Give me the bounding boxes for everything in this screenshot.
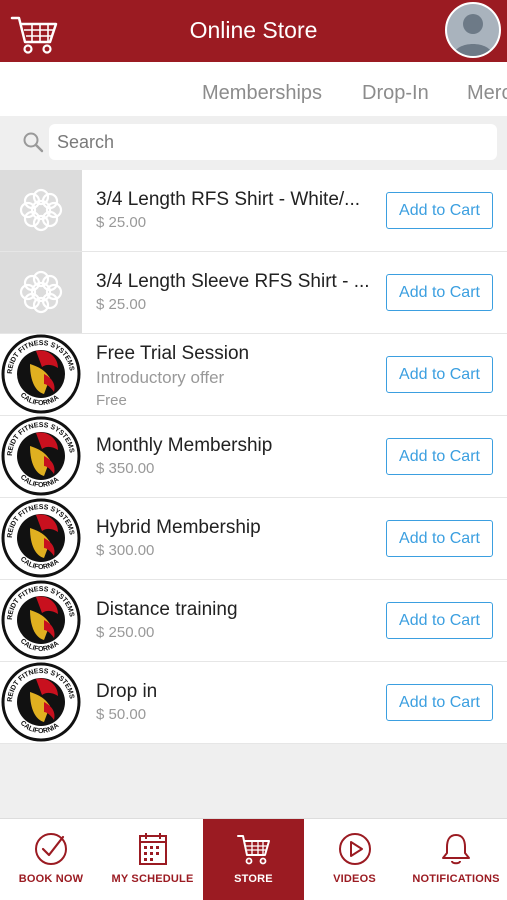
product-price: $ 50.00 [96, 706, 147, 723]
reidt-fitness-logo: REIDT FITNESS SYSTEMS CALIFORNIA [0, 662, 82, 743]
app-header: Online Store [0, 0, 507, 62]
product-info: Free Trial Session Introductory offer Fr… [96, 342, 378, 412]
user-avatar-icon[interactable] [445, 2, 501, 58]
placeholder-logo-icon [0, 170, 82, 251]
add-to-cart-button[interactable]: Add to Cart [386, 192, 493, 229]
add-to-cart-button[interactable]: Add to Cart [386, 274, 493, 311]
product-info: 3/4 Length Sleeve RFS Shirt - ... $ 25.0… [96, 270, 378, 316]
product-price: $ 250.00 [96, 624, 155, 641]
product-subtitle: Introductory offer [96, 368, 225, 387]
tab-merchandise[interactable]: Merc [467, 82, 507, 105]
check-circle-icon [35, 833, 67, 865]
product-name: Drop in [96, 681, 158, 702]
search-input[interactable] [49, 124, 497, 160]
add-to-cart-button[interactable]: Add to Cart [386, 520, 493, 557]
product-row[interactable]: 3/4 Length Sleeve RFS Shirt - ... $ 25.0… [0, 252, 507, 334]
product-info: Monthly Membership $ 350.00 [96, 434, 378, 480]
page-title: Online Store [189, 17, 318, 43]
product-row[interactable]: REIDT FITNESS SYSTEMS CALIFORNIA Drop in… [0, 662, 507, 744]
product-info: Drop in $ 50.00 [96, 680, 378, 726]
category-tabs: Memberships Drop-In Merc [0, 62, 507, 116]
product-info: 3/4 Length RFS Shirt - White/... $ 25.00 [96, 188, 378, 234]
product-name: 3/4 Length Sleeve RFS Shirt - ... [96, 271, 370, 292]
product-price: $ 350.00 [96, 460, 155, 477]
bell-icon [442, 834, 470, 865]
product-price: Free [96, 392, 127, 409]
product-row[interactable]: 3/4 Length RFS Shirt - White/... $ 25.00… [0, 170, 507, 252]
product-row[interactable]: REIDT FITNESS SYSTEMS CALIFORNIA Hybrid … [0, 498, 507, 580]
product-price: $ 300.00 [96, 542, 155, 559]
add-to-cart-button[interactable]: Add to Cart [386, 356, 493, 393]
tab-memberships[interactable]: Memberships [202, 82, 322, 105]
product-name: Distance training [96, 599, 238, 620]
product-price: $ 25.00 [96, 296, 147, 313]
product-info: Hybrid Membership $ 300.00 [96, 516, 378, 562]
nav-label: VIDEOS [333, 873, 376, 885]
nav-store[interactable]: STORE [203, 819, 304, 900]
nav-label: NOTIFICATIONS [412, 873, 500, 885]
calendar-icon [138, 833, 167, 865]
product-name: Monthly Membership [96, 435, 273, 456]
reidt-fitness-logo: REIDT FITNESS SYSTEMS CALIFORNIA [0, 416, 82, 497]
search-bar [0, 116, 507, 170]
play-circle-icon [338, 833, 371, 865]
nav-label: STORE [234, 873, 273, 885]
add-to-cart-button[interactable]: Add to Cart [386, 684, 493, 721]
product-info: Distance training $ 250.00 [96, 598, 378, 644]
nav-book-now[interactable]: BOOK NOW [0, 819, 102, 900]
add-to-cart-button[interactable]: Add to Cart [386, 602, 493, 639]
cart-icon [236, 835, 270, 865]
product-price: $ 25.00 [96, 214, 147, 231]
reidt-fitness-logo: REIDT FITNESS SYSTEMS CALIFORNIA [0, 580, 82, 661]
reidt-fitness-logo: REIDT FITNESS SYSTEMS CALIFORNIA [0, 498, 82, 579]
tab-drop-in[interactable]: Drop-In [362, 82, 429, 105]
reidt-fitness-logo: REIDT FITNESS SYSTEMS CALIFORNIA [0, 334, 82, 415]
search-icon [23, 132, 44, 153]
product-row[interactable]: REIDT FITNESS SYSTEMS CALIFORNIA Free Tr… [0, 334, 507, 416]
product-row[interactable]: REIDT FITNESS SYSTEMS CALIFORNIA Distanc… [0, 580, 507, 662]
nav-label: MY SCHEDULE [111, 873, 194, 885]
product-name: Hybrid Membership [96, 517, 261, 538]
product-name: Free Trial Session [96, 343, 250, 364]
product-name: 3/4 Length RFS Shirt - White/... [96, 189, 360, 210]
product-row[interactable]: REIDT FITNESS SYSTEMS CALIFORNIA Monthly… [0, 416, 507, 498]
nav-notifications[interactable]: NOTIFICATIONS [405, 819, 507, 900]
placeholder-logo-icon [0, 252, 82, 333]
nav-label: BOOK NOW [18, 873, 84, 885]
nav-my-schedule[interactable]: MY SCHEDULE [102, 819, 203, 900]
bottom-nav: BOOK NOW MY SCHEDULE STORE VIDEOS NOTIFI… [0, 818, 507, 900]
nav-videos[interactable]: VIDEOS [304, 819, 405, 900]
add-to-cart-button[interactable]: Add to Cart [386, 438, 493, 475]
product-list: 3/4 Length RFS Shirt - White/... $ 25.00… [0, 170, 507, 744]
